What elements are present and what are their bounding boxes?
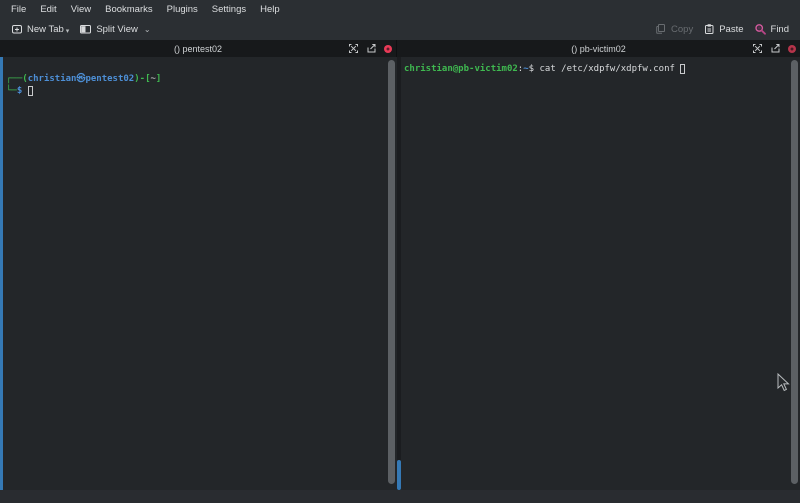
toolbar: New Tab ▾ Split View ⌄ Copy Pa — [0, 18, 800, 40]
paste-icon — [703, 23, 715, 35]
menu-file[interactable]: File — [4, 2, 33, 17]
split-view-chevron-icon[interactable]: ⌄ — [144, 25, 151, 34]
right-pane-title: () pb-victim02 — [571, 44, 626, 54]
split-view-button[interactable]: Split View ⌄ — [74, 21, 155, 37]
expand-view-icon[interactable] — [348, 43, 359, 54]
pane-headers: () pentest02 () pb-victim02 — [0, 40, 800, 57]
split-view-icon — [79, 23, 92, 35]
terminal-line: └─$ — [6, 85, 387, 97]
terminal-text-segment: └─ — [6, 86, 17, 96]
new-tab-button[interactable]: New Tab ▾ — [6, 21, 74, 37]
menu-edit[interactable]: Edit — [33, 2, 63, 17]
konsole-window: File Edit View Bookmarks Plugins Setting… — [0, 0, 800, 503]
menu-view[interactable]: View — [64, 2, 98, 17]
left-pane-header[interactable]: () pentest02 — [0, 40, 397, 57]
terminal-output-left: ┌──(christian㉿pentest02)-[~]└─$ — [0, 57, 397, 97]
find-label: Find — [771, 24, 789, 35]
paste-label: Paste — [719, 24, 743, 35]
detach-view-icon[interactable] — [770, 43, 781, 54]
new-tab-icon — [11, 23, 23, 35]
right-pane-header-icons — [752, 40, 796, 57]
new-tab-label: New Tab — [27, 24, 64, 35]
paste-button[interactable]: Paste — [698, 21, 748, 37]
terminal-output-right: christian@pb-victim02:~$ cat /etc/xdpfw/… — [401, 57, 800, 75]
focused-pane-indicator — [0, 57, 3, 490]
terminal-pentest02[interactable]: ┌──(christian㉿pentest02)-[~]└─$ — [0, 57, 397, 490]
right-pane-header[interactable]: () pb-victim02 — [397, 40, 800, 57]
close-pane-button[interactable] — [788, 45, 796, 53]
copy-icon — [655, 23, 667, 35]
copy-button[interactable]: Copy — [650, 21, 698, 37]
copy-label: Copy — [671, 24, 693, 35]
menu-bookmarks[interactable]: Bookmarks — [98, 2, 160, 17]
menu-plugins[interactable]: Plugins — [160, 2, 205, 17]
expand-view-icon[interactable] — [752, 43, 763, 54]
terminal-cursor — [28, 86, 33, 96]
menu-help[interactable]: Help — [253, 2, 287, 17]
window-bottom-edge — [0, 490, 800, 503]
terminal-text-segment: ] — [156, 74, 161, 84]
menu-bar: File Edit View Bookmarks Plugins Setting… — [0, 0, 800, 18]
terminal-pb-victim02[interactable]: christian@pb-victim02:~$ cat /etc/xdpfw/… — [401, 57, 800, 490]
find-icon — [754, 23, 767, 36]
close-pane-button[interactable] — [384, 45, 392, 53]
terminal-text-segment: christian㉿pentest02 — [28, 74, 135, 84]
find-button[interactable]: Find — [749, 21, 794, 38]
terminal-text-segment: christian@pb-victim02 — [404, 64, 518, 74]
terminal-text-segment: )-[ — [134, 74, 150, 84]
scrollbar-thumb[interactable] — [791, 60, 798, 484]
terminal-area: ┌──(christian㉿pentest02)-[~]└─$ christia… — [0, 57, 800, 490]
new-tab-dropdown-caret[interactable]: ▾ — [66, 29, 70, 35]
left-pane-title: () pentest02 — [174, 44, 222, 54]
menu-settings[interactable]: Settings — [205, 2, 253, 17]
left-pane-header-icons — [348, 40, 392, 57]
terminal-line: ┌──(christian㉿pentest02)-[~] — [6, 73, 387, 85]
right-terminal-scrollbar[interactable] — [791, 60, 798, 484]
left-terminal-scrollbar[interactable] — [388, 60, 395, 484]
terminal-text-segment: cat /etc/xdpfw/xdpfw.conf — [534, 64, 680, 74]
split-view-label: Split View — [96, 24, 138, 35]
terminal-line: christian@pb-victim02:~$ cat /etc/xdpfw/… — [404, 63, 790, 75]
terminal-text-segment: ┌──( — [6, 74, 28, 84]
detach-view-icon[interactable] — [366, 43, 377, 54]
terminal-cursor — [680, 64, 685, 74]
scrollbar-thumb[interactable] — [388, 60, 395, 484]
